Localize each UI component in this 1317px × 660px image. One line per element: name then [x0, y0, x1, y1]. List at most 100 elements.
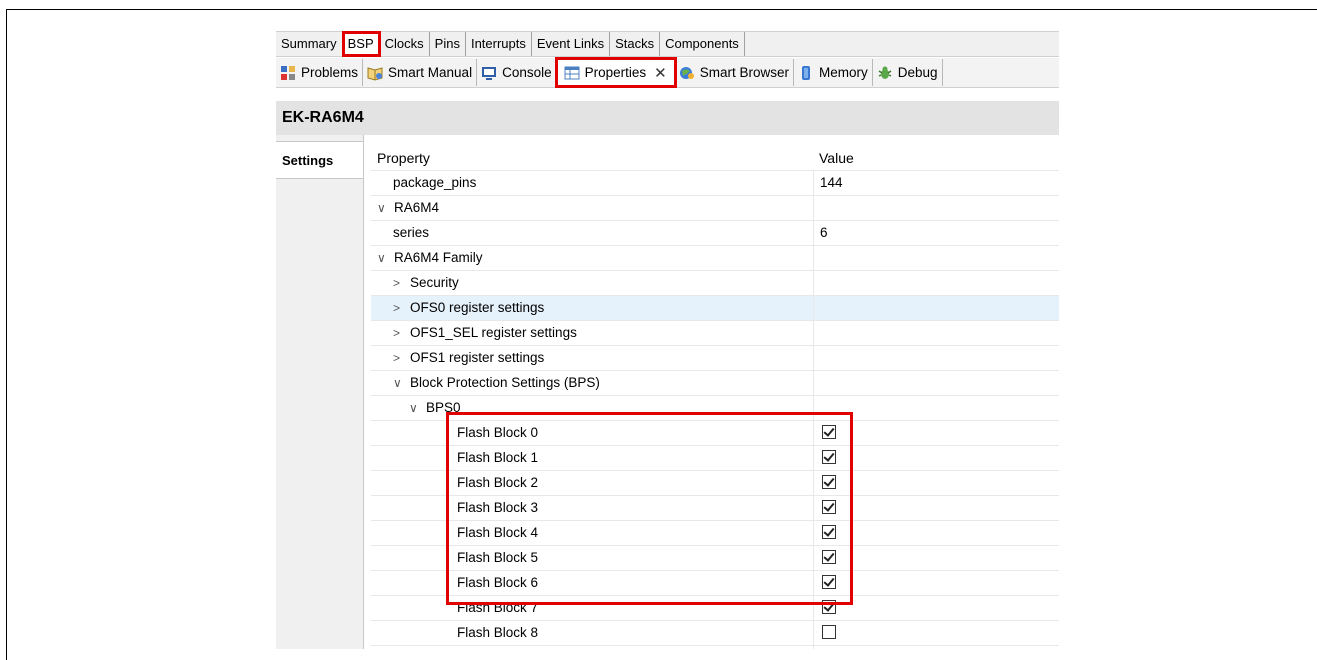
property-value[interactable] [813, 596, 1059, 620]
property-label: > Security [393, 271, 459, 295]
memory-icon [802, 65, 810, 80]
close-icon[interactable]: ✕ [654, 64, 667, 82]
flash-block-checkbox[interactable] [822, 625, 836, 639]
property-label-text: RA6M4 Family [394, 250, 483, 265]
table-row[interactable]: ∨ RA6M4 Family [371, 246, 1059, 271]
property-value[interactable] [813, 471, 1059, 495]
tab-components[interactable]: Components [660, 32, 745, 56]
flash-block-checkbox[interactable] [822, 450, 836, 464]
table-row[interactable]: Flash Block 3 [371, 496, 1059, 521]
tab-console[interactable]: Console [477, 59, 557, 86]
table-header: Property Value [371, 146, 1059, 171]
page-title: EK-RA6M4 [276, 101, 1059, 135]
table-row[interactable]: Flash Block 0 [371, 421, 1059, 446]
chevron-right-icon[interactable]: > [393, 296, 407, 320]
tab-bsp[interactable]: BSP [341, 31, 381, 57]
frame-left-line [6, 9, 7, 660]
property-value[interactable] [813, 546, 1059, 570]
chevron-down-icon[interactable]: ∨ [377, 246, 391, 270]
table-row[interactable]: Flash Block 2 [371, 471, 1059, 496]
tab-smart-browser[interactable]: Smart Browser [675, 59, 794, 86]
console-icon [482, 66, 497, 80]
tab-memory-label: Memory [819, 65, 868, 80]
chevron-down-icon[interactable]: ∨ [393, 371, 407, 395]
tab-smart-manual-label: Smart Manual [388, 65, 473, 80]
tab-clocks[interactable]: Clocks [380, 32, 430, 56]
table-row[interactable]: series 6 [371, 221, 1059, 246]
flash-block-checkbox[interactable] [822, 500, 836, 514]
tab-debug[interactable]: Debug [873, 59, 943, 86]
property-value[interactable] [813, 621, 1059, 645]
flash-block-checkbox[interactable] [822, 550, 836, 564]
property-label-text: OFS1 register settings [410, 350, 545, 365]
property-label-text: Flash Block 3 [457, 500, 539, 515]
tab-debug-label: Debug [897, 65, 938, 80]
table-row[interactable]: > OFS0 register settings [371, 296, 1059, 321]
property-value[interactable] [813, 521, 1059, 545]
header-value: Value [819, 150, 854, 166]
property-value[interactable] [813, 421, 1059, 445]
table-row[interactable]: Flash Block 5 [371, 546, 1059, 571]
property-label: series [393, 221, 429, 245]
property-label-text: Security [410, 275, 459, 290]
property-value[interactable] [813, 571, 1059, 595]
flash-block-checkbox[interactable] [822, 525, 836, 539]
table-row[interactable]: Flash Block 4 [371, 521, 1059, 546]
property-label-text: Flash Block 2 [457, 475, 539, 490]
table-row[interactable]: > OFS1_SEL register settings [371, 321, 1059, 346]
table-row[interactable]: Flash Block 9 [371, 646, 1059, 649]
property-label: Flash Block 6 [457, 571, 538, 595]
flash-block-checkbox[interactable] [822, 575, 836, 589]
property-label: Flash Block 9 [457, 646, 538, 649]
property-label-text: series [393, 225, 430, 240]
tab-smart-manual[interactable]: Smart Manual [363, 59, 478, 86]
property-value [813, 271, 1059, 295]
side-tab-panel: Settings [276, 135, 364, 649]
chevron-down-icon[interactable]: ∨ [409, 396, 423, 420]
table-row[interactable]: Flash Block 1 [371, 446, 1059, 471]
flash-block-checkbox[interactable] [822, 475, 836, 489]
property-value [813, 321, 1059, 345]
table-row[interactable]: ∨ RA6M4 [371, 196, 1059, 221]
property-label-text: Flash Block 0 [457, 425, 539, 440]
book-icon [367, 66, 383, 81]
property-value[interactable] [813, 646, 1059, 649]
tab-properties[interactable]: Properties ✕ [554, 57, 677, 88]
table-row[interactable]: Flash Block 7 [371, 596, 1059, 621]
property-label-text: OFS0 register settings [410, 300, 545, 315]
table-row[interactable]: Flash Block 6 [371, 571, 1059, 596]
table-row[interactable]: ∨ BPS0 [371, 396, 1059, 421]
table-row[interactable]: package_pins 144 [371, 171, 1059, 196]
property-value [813, 371, 1059, 395]
table-row[interactable]: ∨ Block Protection Settings (BPS) [371, 371, 1059, 396]
tab-summary[interactable]: Summary [276, 32, 343, 56]
property-value [813, 196, 1059, 220]
property-label: Flash Block 8 [457, 621, 538, 645]
property-label: > OFS1_SEL register settings [393, 321, 577, 345]
flash-block-checkbox[interactable] [822, 600, 836, 614]
properties-icon [564, 66, 580, 79]
chevron-down-icon[interactable]: ∨ [377, 196, 391, 220]
tab-settings[interactable]: Settings [276, 141, 363, 179]
property-label: > OFS1 register settings [393, 346, 544, 370]
property-value[interactable] [813, 496, 1059, 520]
table-row[interactable]: > OFS1 register settings [371, 346, 1059, 371]
chevron-right-icon[interactable]: > [393, 321, 407, 345]
chevron-right-icon[interactable]: > [393, 271, 407, 295]
table-row[interactable]: > Security [371, 271, 1059, 296]
table-row[interactable]: Flash Block 8 [371, 621, 1059, 646]
bug-icon [878, 66, 892, 79]
property-label: Flash Block 1 [457, 446, 538, 470]
tab-memory[interactable]: Memory [794, 59, 873, 86]
tab-stacks[interactable]: Stacks [610, 32, 661, 56]
properties-window: Summary BSP Clocks Pins Interrupts Event… [276, 22, 1059, 649]
tab-problems[interactable]: Problems [276, 59, 364, 86]
tab-interrupts[interactable]: Interrupts [466, 32, 532, 56]
tab-event-links[interactable]: Event Links [532, 32, 611, 56]
flash-block-checkbox[interactable] [822, 425, 836, 439]
tab-pins[interactable]: Pins [430, 32, 466, 56]
property-value[interactable] [813, 446, 1059, 470]
chevron-right-icon[interactable]: > [393, 346, 407, 370]
property-table: Property Value package_pins 144 ∨ RA6M4 seri… [371, 146, 1059, 649]
globe-icon [679, 66, 694, 79]
